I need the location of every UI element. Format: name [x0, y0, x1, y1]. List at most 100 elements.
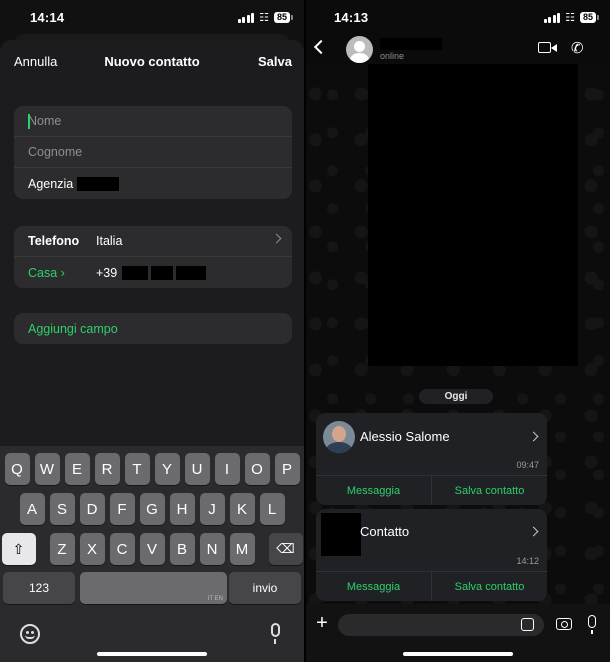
- contact-avatar[interactable]: [346, 36, 373, 63]
- contact-card-name: Contatto: [360, 524, 410, 539]
- name-fields-group: Nome Cognome Agenzia: [14, 106, 292, 199]
- contact-card-name: Alessio Salome: [360, 429, 450, 444]
- numbers-key[interactable]: 123: [3, 572, 75, 604]
- redacted-text: [176, 265, 207, 280]
- phone-number-row[interactable]: Casa › +39: [14, 257, 292, 288]
- key-z[interactable]: Z: [49, 533, 75, 565]
- phone-call-icon[interactable]: ✆: [571, 39, 584, 57]
- chevron-right-icon: [528, 431, 539, 442]
- contact-card-actions: Messaggia Salva contatto: [316, 571, 547, 601]
- status-bar: 14:14 ☷ 85: [0, 0, 304, 34]
- space-key[interactable]: IT EN: [80, 572, 227, 604]
- text-cursor: [28, 114, 30, 129]
- key-f[interactable]: F: [109, 493, 135, 525]
- key-g[interactable]: G: [139, 493, 165, 525]
- key-b[interactable]: B: [169, 533, 195, 565]
- key-s[interactable]: S: [49, 493, 75, 525]
- message-time: 09:47: [516, 460, 539, 470]
- contact-card[interactable]: Contatto 14:12 Messaggia Salva contatto: [316, 509, 547, 601]
- key-v[interactable]: V: [139, 533, 165, 565]
- key-e[interactable]: E: [64, 453, 90, 485]
- plus-icon[interactable]: +: [314, 613, 330, 633]
- key-y[interactable]: Y: [154, 453, 180, 485]
- home-indicator: [97, 652, 207, 656]
- sticker-icon[interactable]: [521, 618, 534, 631]
- key-w[interactable]: W: [34, 453, 60, 485]
- key-i[interactable]: I: [214, 453, 240, 485]
- keyboard-row: ASDFGHJKL: [0, 493, 304, 525]
- message-composer: +: [306, 604, 610, 662]
- new-contact-screen: 14:14 ☷ 85 Annulla Nuovo contatto Salva …: [0, 0, 304, 662]
- backspace-icon: ⌫: [276, 541, 295, 556]
- emoji-icon[interactable]: [20, 624, 40, 644]
- last-name-field[interactable]: Cognome: [14, 137, 292, 168]
- video-call-icon[interactable]: [538, 42, 551, 53]
- key-k[interactable]: K: [229, 493, 255, 525]
- key-c[interactable]: C: [109, 533, 135, 565]
- key-u[interactable]: U: [184, 453, 210, 485]
- redacted-contact-name[interactable]: [380, 38, 442, 50]
- redacted-text: [77, 176, 120, 191]
- home-indicator: [403, 652, 513, 656]
- return-key[interactable]: invio: [229, 572, 301, 604]
- chat-header: online ✆: [306, 34, 610, 64]
- key-p[interactable]: P: [274, 453, 300, 485]
- key-o[interactable]: O: [244, 453, 270, 485]
- back-arrow-icon[interactable]: [313, 39, 329, 55]
- chevron-right-icon: [271, 233, 282, 244]
- phone-country-row[interactable]: Telefono Italia: [14, 226, 292, 257]
- contact-card-actions: Messaggia Salva contatto: [316, 475, 547, 505]
- microphone-icon[interactable]: [588, 615, 596, 634]
- message-time: 14:12: [516, 556, 539, 566]
- dictation-mic-icon[interactable]: [271, 623, 280, 637]
- save-contact-button[interactable]: Salva contatto: [432, 476, 547, 505]
- key-spacer: [260, 533, 264, 565]
- mic-stand: [274, 639, 276, 644]
- video-call-icon-lens: [551, 44, 557, 52]
- wifi-icon: ☷: [259, 12, 269, 24]
- first-name-field[interactable]: Nome: [14, 106, 292, 137]
- key-j[interactable]: J: [199, 493, 225, 525]
- cellular-signal-icon: [237, 12, 255, 23]
- status-bar: 14:13 ☷ 85: [306, 0, 610, 34]
- battery-icon: 85: [273, 12, 294, 23]
- status-time: 14:13: [334, 10, 369, 25]
- phone-type-selector[interactable]: Casa ›: [28, 266, 96, 280]
- cellular-signal-icon: [543, 12, 561, 23]
- redacted-media-message[interactable]: [368, 64, 578, 366]
- contact-card[interactable]: Alessio Salome 09:47 Messaggia Salva con…: [316, 413, 547, 505]
- phone-fields-group: Telefono Italia Casa › +39: [14, 226, 292, 288]
- key-d[interactable]: D: [79, 493, 105, 525]
- shift-key[interactable]: ⇧: [1, 533, 36, 565]
- key-r[interactable]: R: [94, 453, 120, 485]
- battery-icon: 85: [579, 12, 600, 23]
- keyboard: QWERTYUIOP ASDFGHJKL ⇧ Z X C V B N M ⌫ 123 IT EN…: [0, 446, 304, 662]
- add-field-group: Aggiungi campo: [14, 313, 292, 344]
- shift-arrow-icon: ⇧: [12, 540, 25, 557]
- key-m[interactable]: M: [229, 533, 255, 565]
- whatsapp-chat-screen: 14:13 ☷ 85 online ✆ Oggi Alessio Salome …: [306, 0, 610, 662]
- add-field-button[interactable]: Aggiungi campo: [14, 313, 292, 344]
- company-field[interactable]: Agenzia: [14, 168, 292, 199]
- key-h[interactable]: H: [169, 493, 195, 525]
- key-l[interactable]: L: [259, 493, 285, 525]
- key-q[interactable]: Q: [4, 453, 30, 485]
- status-time: 14:14: [30, 10, 65, 25]
- camera-icon[interactable]: [556, 618, 572, 630]
- key-a[interactable]: A: [19, 493, 45, 525]
- delete-key[interactable]: ⌫: [268, 533, 303, 565]
- message-contact-button[interactable]: Messaggia: [316, 476, 432, 505]
- save-button[interactable]: Salva: [258, 54, 292, 69]
- keyboard-row: ⇧ Z X C V B N M ⌫: [0, 533, 304, 565]
- redacted-text: [122, 265, 149, 280]
- contact-photo: [323, 421, 355, 453]
- date-separator: Oggi: [419, 389, 493, 404]
- key-t[interactable]: T: [124, 453, 150, 485]
- key-x[interactable]: X: [79, 533, 105, 565]
- message-input[interactable]: [338, 614, 544, 636]
- save-contact-button[interactable]: Salva contatto: [432, 572, 547, 601]
- keyboard-bottom-row: 123 IT EN invio: [3, 572, 301, 604]
- message-contact-button[interactable]: Messaggia: [316, 572, 432, 601]
- key-n[interactable]: N: [199, 533, 225, 565]
- chevron-right-icon: [528, 526, 539, 537]
